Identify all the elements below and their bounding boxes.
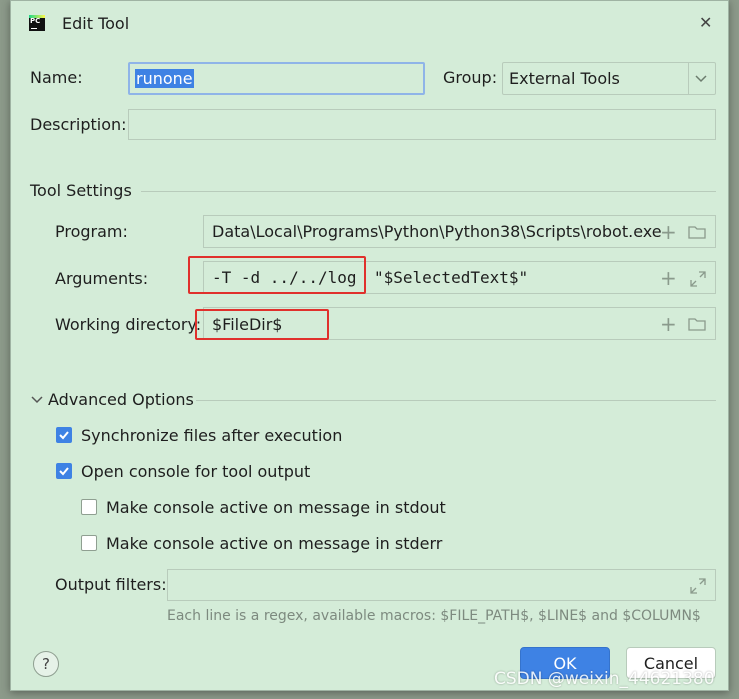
console-stdout-checkbox[interactable] — [81, 499, 97, 515]
tool-settings-title: Tool Settings — [30, 181, 132, 200]
open-console-checkbox[interactable] — [56, 463, 72, 479]
program-label: Program: — [55, 222, 128, 241]
expand-icon[interactable] — [690, 578, 706, 594]
expand-icon[interactable] — [690, 271, 706, 287]
check-icon — [59, 431, 69, 440]
sync-files-label[interactable]: Synchronize files after execution — [81, 426, 342, 445]
name-field[interactable]: runone — [128, 62, 425, 95]
name-value: runone — [135, 69, 194, 88]
arguments-label: Arguments: — [55, 269, 149, 288]
plus-icon[interactable]: + — [660, 314, 677, 334]
plus-icon[interactable]: + — [660, 268, 677, 288]
group-value: External Tools — [509, 69, 620, 88]
program-value: Data\Local\Programs\Python\Python38\Scri… — [212, 222, 662, 241]
tool-settings-divider — [141, 191, 716, 192]
chevron-down-icon[interactable] — [31, 396, 43, 404]
output-filters-hint: Each line is a regex, available macros: … — [167, 608, 701, 624]
close-icon[interactable]: ✕ — [699, 13, 712, 32]
dialog-title: Edit Tool — [62, 14, 130, 33]
folder-icon[interactable] — [688, 317, 706, 331]
logo-text: PC — [30, 17, 41, 25]
advanced-options-title[interactable]: Advanced Options — [48, 390, 194, 409]
chevron-down-icon — [695, 75, 707, 83]
group-select[interactable]: External Tools — [502, 62, 716, 95]
console-stdout-label[interactable]: Make console active on message in stdout — [106, 498, 446, 517]
group-label: Group: — [443, 68, 498, 87]
description-field[interactable] — [128, 109, 716, 140]
help-button[interactable]: ? — [33, 651, 59, 677]
advanced-divider — [196, 400, 716, 401]
edit-tool-dialog: PC Edit Tool ✕ Name: runone Group: Exter… — [10, 0, 729, 691]
output-filters-field[interactable] — [167, 569, 716, 601]
console-stderr-label[interactable]: Make console active on message in stderr — [106, 534, 442, 553]
name-label: Name: — [30, 68, 83, 87]
check-icon — [59, 467, 69, 476]
pycharm-logo-icon: PC — [29, 15, 45, 31]
console-stderr-checkbox[interactable] — [81, 535, 97, 551]
plus-icon[interactable]: + — [660, 222, 677, 242]
watermark: CSDN @weixin_44621380 — [494, 669, 715, 689]
program-field[interactable]: Data\Local\Programs\Python\Python38\Scri… — [203, 215, 716, 248]
sync-files-checkbox[interactable] — [56, 427, 72, 443]
working-dir-highlight-box — [195, 309, 329, 340]
folder-icon[interactable] — [688, 225, 706, 239]
working-dir-label: Working directory: — [55, 315, 202, 334]
arguments-value-rest: "$SelectedText$" — [374, 268, 529, 287]
description-label: Description: — [30, 115, 127, 134]
arguments-highlight-box — [188, 256, 366, 294]
output-filters-label: Output filters: — [55, 575, 167, 594]
open-console-label[interactable]: Open console for tool output — [81, 462, 310, 481]
